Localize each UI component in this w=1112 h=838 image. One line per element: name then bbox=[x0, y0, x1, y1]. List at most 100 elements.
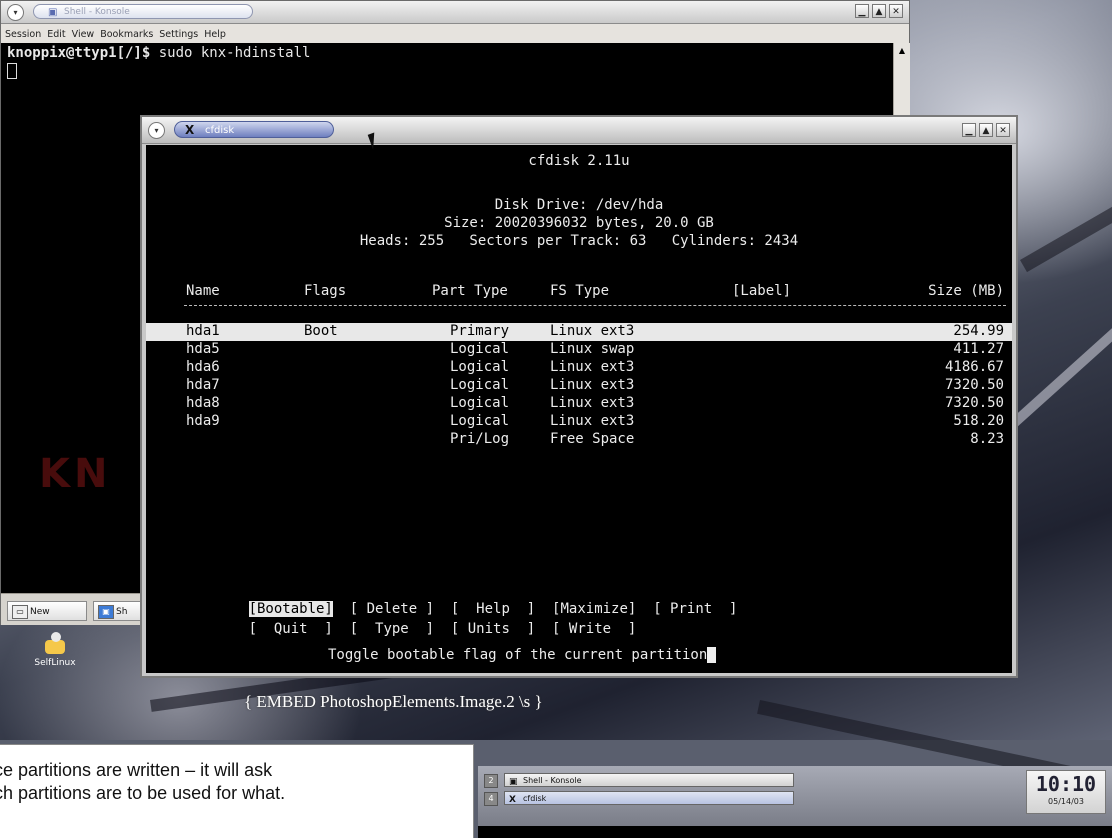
task-cfdisk-label: cfdisk bbox=[523, 794, 547, 803]
partition-name: hda5 bbox=[186, 341, 220, 357]
konsole-menubar: Session Edit View Bookmarks Settings Hel… bbox=[1, 24, 909, 45]
partition-row[interactable]: hda6 Logical Linux ext3 4186.67 bbox=[146, 359, 1012, 377]
disk-drive: Disk Drive: /dev/hda bbox=[494, 197, 664, 213]
partition-fs-type: Linux swap bbox=[550, 341, 635, 357]
cfdisk-title: X cfdisk bbox=[174, 121, 334, 138]
new-session-icon: ▭ bbox=[12, 605, 28, 619]
menu-settings[interactable]: Settings bbox=[159, 29, 198, 40]
partition-fs-type: Linux ext3 bbox=[550, 377, 635, 393]
partition-fs-type: Linux ext3 bbox=[550, 395, 635, 411]
taskbar-strip: 2 ▣ Shell - Konsole 4 X cfdisk 10:10 05/… bbox=[478, 766, 1112, 826]
status-line: Toggle bootable flag of the current part… bbox=[328, 647, 717, 663]
disk-size: Size: 20020396032 bytes, 20.0 GB bbox=[444, 215, 714, 231]
program-version: cfdisk 2.11u bbox=[528, 153, 630, 169]
menu-view[interactable]: View bbox=[72, 29, 95, 40]
embed-field-caption: { EMBED PhotoshopElements.Image.2 \s } bbox=[244, 692, 543, 711]
partition-size: 518.20 bbox=[953, 413, 1004, 429]
partition-row[interactable]: hda5 Logical Linux swap 411.27 bbox=[146, 341, 1012, 359]
wallpaper-streak bbox=[1010, 246, 1112, 428]
new-session-button[interactable]: ▭ New bbox=[7, 601, 87, 621]
menu-bookmarks[interactable]: Bookmarks bbox=[100, 29, 153, 40]
partition-part-type: Logical bbox=[450, 377, 510, 393]
new-session-label: New bbox=[30, 607, 50, 617]
desktop-icon-label: SelfLinux bbox=[34, 658, 76, 668]
konsole-app-icon: ▣ bbox=[48, 7, 58, 18]
disk-geometry: Heads: 255 Sectors per Track: 63 Cylinde… bbox=[359, 233, 799, 249]
minimize-button[interactable]: ▁ bbox=[962, 123, 976, 137]
konsole-titlebar[interactable]: ▾ ▣ Shell - Konsole ▁ ▲ ✕ bbox=[1, 1, 909, 24]
task-konsole-label: Shell - Konsole bbox=[523, 776, 582, 785]
partition-size: 4186.67 bbox=[944, 359, 1004, 375]
partition-size: 7320.50 bbox=[944, 395, 1004, 411]
document-line: ch partitions are to be used for what. bbox=[0, 783, 286, 803]
x-task-icon: X bbox=[509, 795, 516, 805]
knoppix-logo: KN bbox=[39, 451, 112, 497]
maximize-button[interactable]: ▲ bbox=[979, 123, 993, 137]
partition-table-header: Name Flags Part Type FS Type [Label] Siz… bbox=[146, 283, 1012, 301]
clock[interactable]: 10:10 05/14/03 bbox=[1026, 770, 1106, 814]
maximize-button[interactable]: ▲ bbox=[872, 4, 886, 18]
minimize-button[interactable]: ▁ bbox=[855, 4, 869, 18]
desktop-number[interactable]: 4 bbox=[484, 792, 498, 806]
x-app-icon: X bbox=[185, 123, 195, 137]
write-button[interactable]: [ Write ] bbox=[552, 621, 636, 637]
cfdisk-menu-row-2: [ Quit ] [ Type ] [ Units ] [ Write ] bbox=[198, 605, 637, 653]
window-menu-icon[interactable]: ▾ bbox=[148, 122, 165, 139]
partition-part-type: Logical bbox=[450, 413, 510, 429]
konsole-title-label: Shell - Konsole bbox=[64, 7, 130, 17]
partition-row[interactable]: Pri/Log Free Space 8.23 bbox=[146, 431, 1012, 449]
partition-fs-type: Linux ext3 bbox=[550, 359, 635, 375]
partition-part-type: Logical bbox=[450, 395, 510, 411]
partition-fs-type: Free Space bbox=[550, 431, 635, 447]
konsole-title: ▣ Shell - Konsole bbox=[33, 4, 253, 19]
document-line: ce partitions are written – it will ask bbox=[0, 760, 273, 780]
tab-shell-label: Sh bbox=[116, 607, 128, 617]
quit-button[interactable]: [ Quit ] bbox=[249, 621, 333, 637]
type-button[interactable]: [ Type ] bbox=[350, 621, 434, 637]
status-text: Toggle bootable flag of the current part… bbox=[328, 647, 708, 663]
partition-name: hda7 bbox=[186, 377, 220, 393]
scroll-up-icon[interactable]: ▲ bbox=[896, 45, 908, 57]
partition-size: 8.23 bbox=[970, 431, 1004, 447]
menu-help[interactable]: Help bbox=[204, 29, 226, 40]
document-text-box: ce partitions are written – it will ask … bbox=[0, 744, 474, 838]
partition-size: 411.27 bbox=[953, 341, 1004, 357]
partition-fs-type: Linux ext3 bbox=[550, 413, 635, 429]
cfdisk-titlebar[interactable]: ▾ X cfdisk ▁ ▲ ✕ bbox=[142, 117, 1016, 144]
print-button[interactable]: [ Print ] bbox=[653, 601, 737, 617]
partition-flags: Boot bbox=[304, 323, 338, 339]
partition-row[interactable]: hda8 Logical Linux ext3 7320.50 bbox=[146, 395, 1012, 413]
column-header-fs-type: FS Type bbox=[550, 283, 610, 299]
partition-name: hda9 bbox=[186, 413, 220, 429]
units-button[interactable]: [ Units ] bbox=[451, 621, 535, 637]
shell-command: sudo knx-hdinstall bbox=[150, 45, 311, 61]
shell-icon: ▣ bbox=[98, 605, 114, 619]
cfdisk-window: ▾ X cfdisk ▁ ▲ ✕ cfdisk 2.11u Disk Drive… bbox=[140, 115, 1018, 678]
partition-part-type: Logical bbox=[450, 359, 510, 375]
close-button[interactable]: ✕ bbox=[996, 123, 1010, 137]
column-header-flags: Flags bbox=[304, 283, 347, 299]
clock-time: 10:10 bbox=[1035, 772, 1097, 796]
konsole-task-icon: ▣ bbox=[509, 777, 518, 787]
desktop-icon-selflinux[interactable]: SelfLinux bbox=[20, 630, 90, 668]
partition-row[interactable]: hda9 Logical Linux ext3 518.20 bbox=[146, 413, 1012, 431]
partition-row[interactable]: hda7 Logical Linux ext3 7320.50 bbox=[146, 377, 1012, 395]
window-menu-icon[interactable]: ▾ bbox=[7, 4, 24, 21]
cfdisk-terminal[interactable]: cfdisk 2.11u Disk Drive: /dev/hda Size: … bbox=[146, 145, 1012, 673]
partition-fs-type: Linux ext3 bbox=[550, 323, 635, 339]
column-header-label: [Label] bbox=[732, 283, 792, 299]
menu-session[interactable]: Session bbox=[5, 29, 41, 40]
column-header-part-type: Part Type bbox=[432, 283, 508, 299]
close-button[interactable]: ✕ bbox=[889, 4, 903, 18]
partition-part-type: Pri/Log bbox=[450, 431, 510, 447]
partition-name: hda6 bbox=[186, 359, 220, 375]
task-cfdisk[interactable]: X cfdisk bbox=[504, 791, 794, 805]
task-konsole[interactable]: ▣ Shell - Konsole bbox=[504, 773, 794, 787]
partition-size: 7320.50 bbox=[944, 377, 1004, 393]
desktop-number[interactable]: 2 bbox=[484, 774, 498, 788]
menu-edit[interactable]: Edit bbox=[47, 29, 65, 40]
partition-name: hda1 bbox=[186, 323, 220, 339]
partition-size: 254.99 bbox=[953, 323, 1004, 339]
partition-name: hda8 bbox=[186, 395, 220, 411]
partition-row[interactable]: hda1 Boot Primary Linux ext3 254.99 bbox=[146, 323, 1012, 341]
